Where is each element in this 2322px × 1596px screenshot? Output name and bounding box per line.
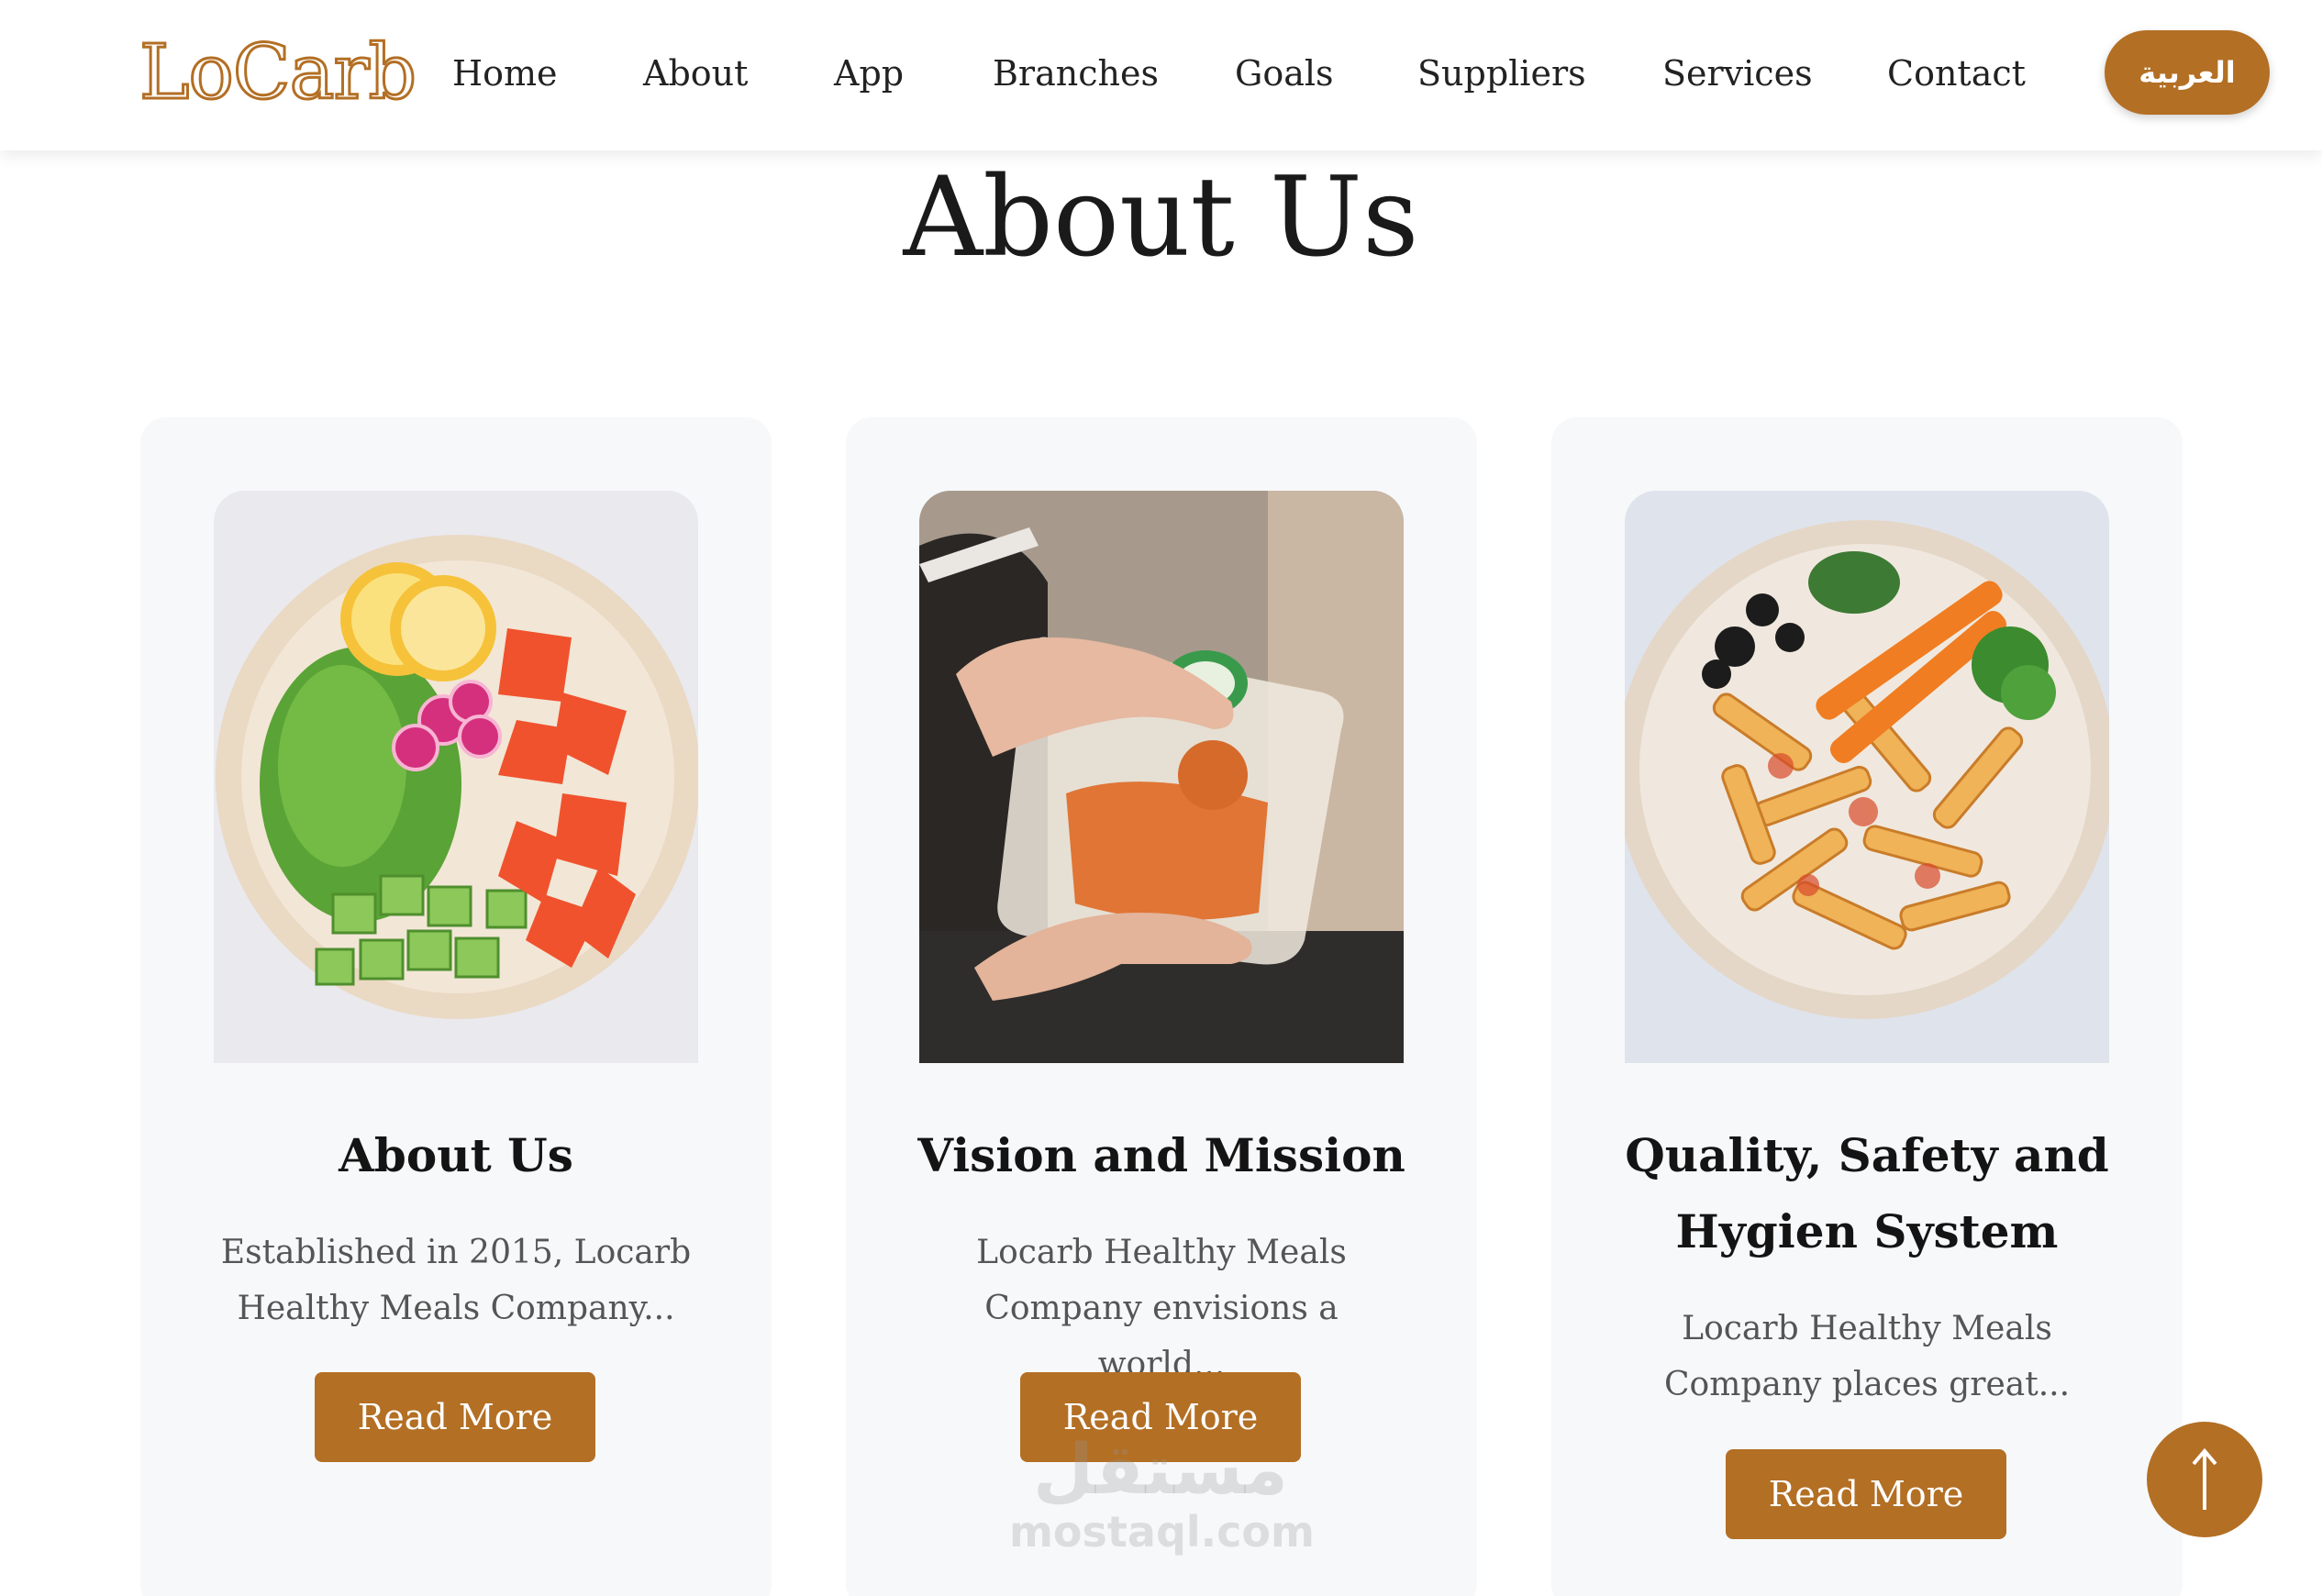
arrow-up-icon [2192,1447,2217,1510]
pasta-bowl-image [1625,491,2109,1063]
card-title: Vision and Mission [917,1128,1405,1182]
about-card: About Us Established in 2015, Locarb Hea… [140,417,772,1596]
card-description: Locarb Healthy Meals Company places grea… [1663,1310,2071,1403]
card-description: Locarb Healthy Meals Company envisions a… [976,1234,1347,1383]
salad-bowl-image [214,491,698,1063]
nav-item-suppliers[interactable]: Suppliers [1417,48,1586,99]
vision-mission-card: Vision and Mission Locarb Healthy Meals … [846,417,1477,1596]
nav-item-about[interactable]: About [643,48,748,99]
nav-item-app[interactable]: App [834,48,904,99]
nav-item-services[interactable]: Services [1662,48,1813,99]
page-title: About Us [903,154,1419,282]
language-switch-button[interactable]: العربية [2105,30,2270,115]
quality-safety-card: Quality, Safety and Hygien System Locarb… [1551,417,2183,1596]
nav-item-contact[interactable]: Contact [1887,48,2026,99]
meal-container-image [919,491,1404,1063]
card-description: Established in 2015, Locarb Healthy Meal… [220,1234,692,1327]
read-more-button[interactable]: Read More [1726,1449,2006,1539]
card-title: Quality, Safety and Hygien System [1625,1128,2109,1258]
site-header: LoCarb Home About App Branches Goals Sup… [0,0,2322,150]
nav-item-goals[interactable]: Goals [1235,48,1334,99]
nav-item-branches[interactable]: Branches [993,48,1159,99]
nav-item-home[interactable]: Home [452,48,558,99]
read-more-button[interactable]: Read More [315,1372,595,1462]
scroll-to-top-button[interactable] [2147,1422,2262,1537]
logo[interactable]: LoCarb [138,28,417,119]
read-more-button[interactable]: Read More [1020,1372,1301,1462]
card-title: About Us [339,1128,573,1182]
